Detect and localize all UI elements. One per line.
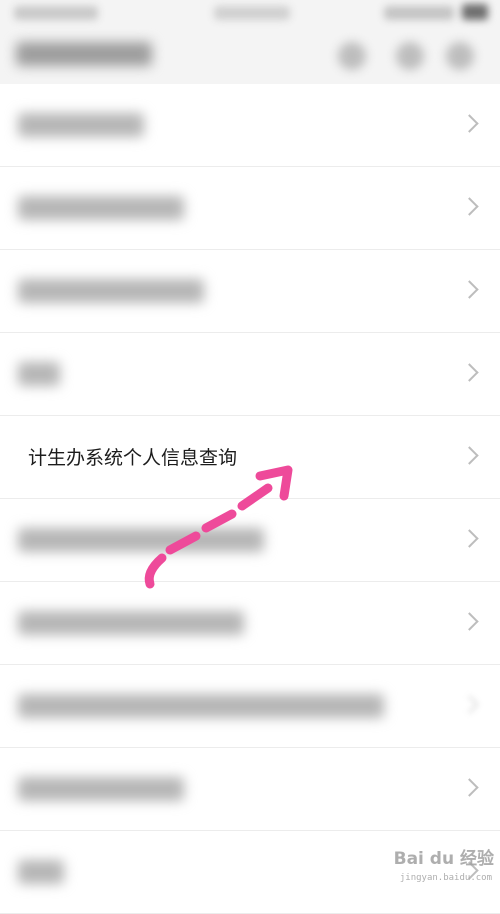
list-item[interactable]: [0, 84, 500, 167]
list-item-label: [18, 279, 204, 303]
chevron-right-icon: [460, 778, 479, 797]
chevron-right-icon: [460, 529, 479, 548]
chevron-right-icon: [460, 363, 479, 382]
list-item-label: [18, 611, 244, 635]
list-item-label: [18, 196, 184, 220]
chevron-right-icon: [460, 446, 479, 465]
page-header: [0, 28, 500, 84]
list-item[interactable]: [0, 333, 500, 416]
page-title: [16, 42, 152, 66]
list-item-label: [18, 777, 184, 801]
chevron-right-icon: [460, 114, 479, 133]
chevron-right-icon: [460, 197, 479, 216]
watermark-url: jingyan.baidu.com: [399, 873, 492, 883]
status-center: [214, 6, 290, 20]
chevron-right-icon: [460, 280, 479, 299]
list-item-personal-info-query[interactable]: 计生办系统个人信息查询: [0, 416, 500, 499]
status-bar: [0, 0, 500, 28]
list-item[interactable]: [0, 582, 500, 665]
chevron-right-icon: [460, 612, 479, 631]
list-item[interactable]: [0, 748, 500, 831]
chevron-right-icon: [460, 695, 479, 714]
more-icon[interactable]: [396, 42, 424, 70]
list-item[interactable]: [0, 250, 500, 333]
list-item-label: [18, 362, 60, 386]
list-item[interactable]: [0, 167, 500, 250]
close-icon[interactable]: [446, 42, 474, 70]
baidu-watermark: Bai du 经验 jingyan.baidu.com: [384, 849, 494, 883]
status-signal: [384, 6, 454, 20]
list-item-label: [18, 528, 264, 552]
list-item-label: 计生办系统个人信息查询: [28, 447, 238, 469]
list-item-label: [18, 113, 144, 137]
list-item-label: [18, 860, 64, 884]
list-item[interactable]: [0, 665, 500, 748]
list-item-label: [18, 694, 384, 718]
search-icon[interactable]: [338, 42, 366, 70]
service-list: 计生办系统个人信息查询: [0, 84, 500, 914]
list-item[interactable]: [0, 499, 500, 582]
watermark-brand: Bai du 经验: [393, 849, 494, 869]
status-time: [14, 6, 98, 20]
battery-icon: [462, 4, 488, 20]
